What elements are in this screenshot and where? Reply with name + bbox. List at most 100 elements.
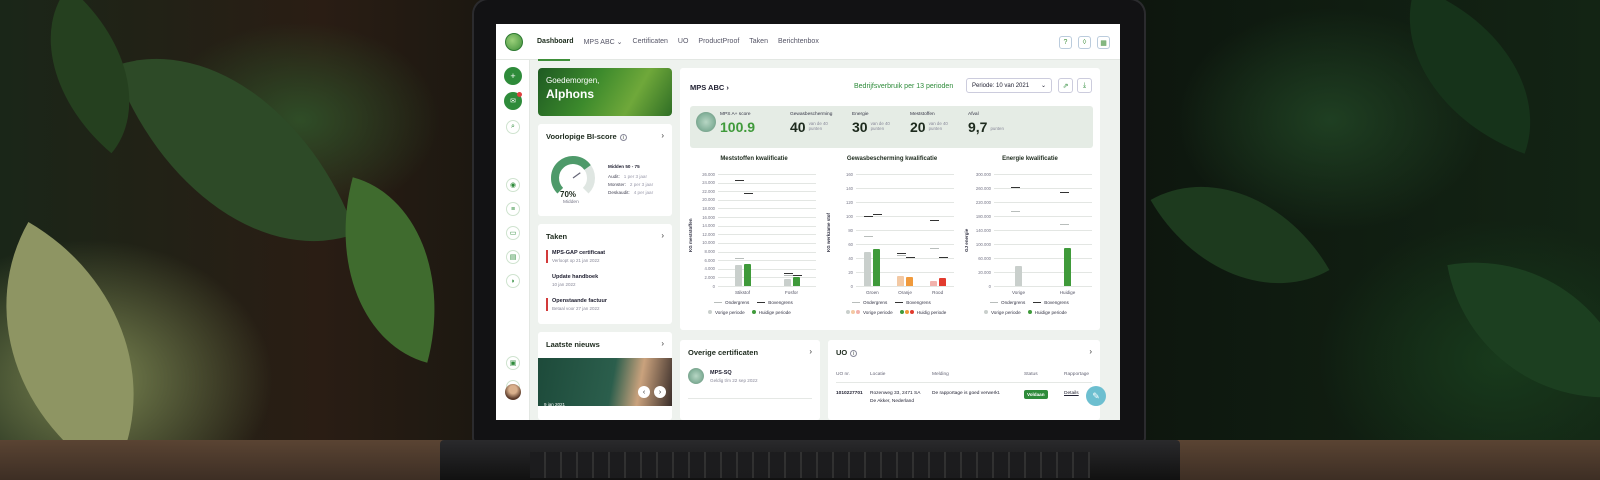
legend-label: Bovengrens	[768, 300, 793, 305]
chat-icon[interactable]: ◗	[506, 274, 520, 288]
chevron-right-icon[interactable]: ›	[1089, 347, 1092, 356]
active-tab-indicator	[538, 59, 570, 61]
nav-taken[interactable]: Taken	[749, 38, 768, 45]
bi-score-card[interactable]: Voorlopige BI-score i › 70% Midden Midden…	[538, 124, 672, 216]
card-icon[interactable]: ▭	[506, 226, 520, 240]
info-icon[interactable]: i	[850, 350, 858, 357]
legend-swatch-previous	[846, 310, 850, 314]
y-tick-label: 160	[846, 171, 853, 177]
clipboard-icon[interactable]: ▣	[506, 356, 520, 370]
grid-line	[718, 199, 816, 201]
metric-mps-score: MPS A+ score 100.9	[720, 112, 755, 135]
uo-nr: 1010227701	[836, 391, 863, 396]
y-tick-label: 60	[848, 241, 853, 247]
document-icon[interactable]: ▤	[506, 250, 520, 264]
uo-loc1: Rozenweg 33, 2471 SA	[870, 391, 921, 396]
news-image[interactable]	[538, 358, 672, 406]
nav-certificaten[interactable]: Certificaten	[633, 38, 668, 45]
help-icon[interactable]: ?	[1059, 36, 1072, 49]
bovengrens-marker	[929, 219, 939, 221]
gauge-level: Midden	[563, 200, 579, 205]
info-icon[interactable]: i	[619, 134, 627, 141]
nav-productproof[interactable]: ProductProof	[698, 38, 739, 45]
uo-col-nr: UO nr.	[836, 372, 850, 377]
download-icon[interactable]: ⤓	[1077, 78, 1092, 93]
metric-unit: van de 40 punten	[808, 121, 828, 131]
bovengrens-current-marker	[906, 256, 915, 258]
y-tick-label: 14.000	[702, 223, 715, 229]
y-tick-label: 120	[846, 199, 853, 205]
y-tick-label: 22.000	[702, 188, 715, 194]
news-card[interactable]: Laatste nieuws › ‹ › 9 jan 2021	[538, 332, 672, 420]
laptop-keyboard	[530, 452, 1090, 478]
nav-dashboard[interactable]: Dashboard	[537, 38, 574, 45]
list-icon[interactable]: ≡	[506, 202, 520, 216]
y-tick-label: 0	[988, 283, 991, 289]
mail-icon[interactable]: ✉	[504, 92, 522, 110]
chart-legend: Ondergrens Bovengrens	[990, 300, 1069, 305]
y-tick-label: 0	[850, 283, 853, 289]
search-icon[interactable]: ⌕	[506, 120, 520, 134]
legend-swatch-previous	[851, 310, 855, 314]
metric-unit: punten	[990, 126, 1004, 131]
brand-logo-icon[interactable]	[505, 32, 523, 51]
metric-unit: van de 40 punten	[870, 121, 890, 131]
task-title: Update handboek	[552, 274, 599, 280]
tasks-card[interactable]: Taken › MPS-GAP certificaat Verloopt op 2…	[538, 224, 672, 324]
nav-mps-label: MPS ABC	[583, 38, 615, 46]
share-icon[interactable]: ⇗	[1058, 78, 1073, 93]
legend-swatch-lower	[852, 301, 860, 303]
dashboard-icon[interactable]: ◉	[506, 178, 520, 192]
task-item[interactable]: Openstaande factuur Betaal voor 27 jan 20…	[546, 298, 668, 311]
y-tick-label: 20.000	[978, 269, 991, 275]
add-icon[interactable]: +	[504, 67, 522, 85]
y-tick-label: 6.000	[704, 257, 715, 263]
nav-berichtenbox[interactable]: Berichtenbox	[778, 38, 819, 45]
certificates-card[interactable]: Overige certificaten › MPS-SQ Geldig t/m…	[680, 340, 820, 420]
company-usage-link[interactable]: Bedrijfsverbruik per 13 perioden	[854, 83, 953, 90]
nav-mps[interactable]: MPS ABC ⌄	[584, 38, 623, 46]
task-sub: 10 jan 2022	[552, 282, 576, 287]
bar-previous	[929, 281, 937, 286]
chevron-right-icon[interactable]: ›	[661, 231, 664, 240]
legend-label: Bovengrens	[906, 300, 931, 305]
metric-gewas: Gewasbescherming 40 van de 40 punten	[790, 112, 837, 135]
chevron-right-icon[interactable]: ›	[661, 131, 664, 140]
task-item[interactable]: Update handboek 10 jan 2022	[546, 274, 668, 287]
y-tick-label: 220.000	[975, 199, 991, 205]
chevron-right-icon[interactable]: ›	[809, 347, 812, 356]
task-item[interactable]: MPS-GAP certificaat Verloopt op 21 jan 20…	[546, 250, 668, 263]
cert-name[interactable]: MPS-SQ	[710, 370, 732, 376]
y-tick-label: 140	[846, 185, 853, 191]
grid-line	[994, 244, 1092, 245]
chevron-right-icon[interactable]: ›	[661, 339, 664, 348]
grid-line	[994, 272, 1092, 273]
grid-line	[718, 208, 816, 209]
chart-title: Energie kwalificatie	[1002, 156, 1058, 162]
x-category-label: Stikstof	[734, 290, 751, 295]
uo-card[interactable]: UO i › UO nr. Locatie Melding Status Rapp…	[828, 340, 1100, 420]
certificates-title: Overige certificaten	[688, 348, 759, 357]
metric-label: Gewasbescherming	[790, 112, 833, 117]
gauge-fill	[551, 156, 591, 194]
task-sub: Verloopt op 21 jan 2022	[552, 258, 600, 263]
prev-arrow-icon[interactable]: ‹	[638, 386, 650, 398]
details-link[interactable]: Details	[1064, 391, 1079, 396]
avatar[interactable]	[505, 384, 521, 400]
status-badge: Voldaan	[1024, 390, 1048, 399]
y-tick-label: 4.000	[704, 266, 715, 272]
y-tick-label: 60.000	[978, 255, 991, 261]
y-tick-label: 18.000	[702, 205, 715, 211]
period-select[interactable]: Periode: 10 van 2021 ⌄	[966, 78, 1052, 93]
grid-menu-icon[interactable]: ▦	[1097, 36, 1110, 49]
grid-line	[718, 242, 816, 244]
nav-uo[interactable]: UO	[678, 38, 689, 45]
notification-icon[interactable]: ◊	[1078, 36, 1091, 49]
mps-title[interactable]: MPS ABC ›	[690, 83, 729, 92]
next-arrow-icon[interactable]: ›	[654, 386, 666, 398]
y-tick-label: 8.000	[704, 249, 715, 255]
x-category-label: Rood	[932, 290, 944, 295]
main-nav: Dashboard MPS ABC ⌄ Certificaten UO Prod…	[537, 38, 819, 46]
grid-line	[856, 244, 954, 245]
chat-bubble-icon[interactable]: ✎	[1086, 386, 1106, 406]
